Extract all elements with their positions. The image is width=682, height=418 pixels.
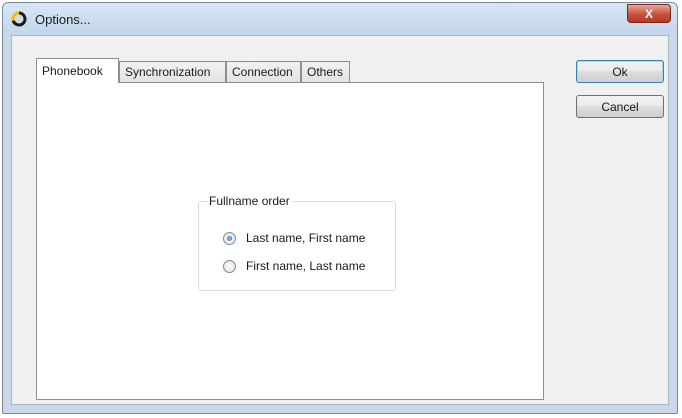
close-icon: X [644, 6, 653, 21]
title-bar[interactable]: Options... X [3, 3, 677, 35]
phonebook-panel: Fullname order Last name, First name Fir… [36, 82, 544, 400]
radio-last-first[interactable]: Last name, First name [223, 230, 365, 246]
radio-first-last[interactable]: First name, Last name [223, 258, 365, 274]
tab-phonebook[interactable]: Phonebook [36, 58, 119, 83]
radio-label: First name, Last name [246, 259, 366, 273]
radio-button-selected[interactable] [223, 231, 236, 245]
group-legend: Fullname order [207, 194, 292, 208]
tab-synchronization[interactable]: Synchronization [119, 61, 226, 82]
fullname-order-group: Fullname order Last name, First name Fir… [198, 194, 396, 291]
window-title: Options... [35, 12, 91, 27]
close-button[interactable]: X [627, 4, 671, 23]
cancel-button[interactable]: Cancel [576, 95, 664, 118]
ok-button[interactable]: Ok [576, 60, 664, 83]
options-dialog: Options... X Phonebook Synchronization C… [2, 2, 678, 414]
radio-label: Last name, First name [246, 231, 366, 245]
dialog-body: Phonebook Synchronization Connection Oth… [11, 35, 669, 405]
tab-connection[interactable]: Connection [226, 61, 301, 82]
sync-circle-icon [11, 11, 27, 27]
radio-dot-icon [227, 235, 232, 241]
tab-others[interactable]: Others [301, 61, 350, 82]
radio-button[interactable] [223, 259, 236, 273]
